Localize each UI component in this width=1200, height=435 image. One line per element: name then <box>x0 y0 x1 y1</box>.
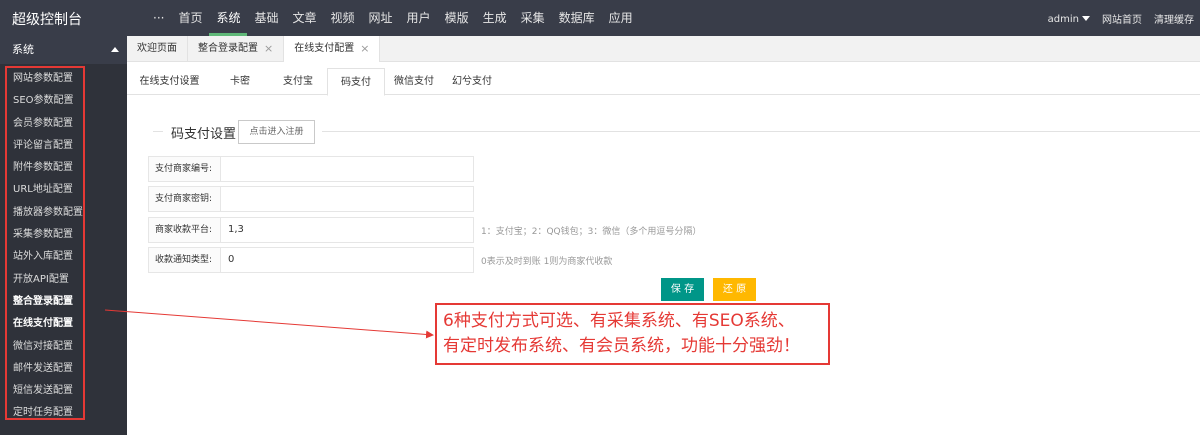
clear-cache-link[interactable]: 清理缓存 <box>1154 11 1194 26</box>
form-row: 收款通知类型: 0 <box>148 247 474 273</box>
sidebar-header-label: 系统 <box>12 43 34 56</box>
user-menu[interactable]: admin <box>1048 12 1090 25</box>
user-name: admin <box>1047 13 1079 25</box>
close-icon[interactable]: × <box>360 36 369 62</box>
form-hint: 1：支付宝；2：QQ钱包；3：微信（多个用逗号分隔） <box>481 227 702 237</box>
admin-console: 超级控制台 ··· 首页 系统 基础 文章 视频 网址 用户 模版 生成 采集 数据库 应用 admin… <box>0 0 1200 435</box>
annotation-callout: 6种支付方式可选、有采集系统、有SEO系统、 有定时发布系统、有会员系统，功能十… <box>435 303 830 365</box>
form-row: 商家收款平台: 1,3 <box>148 217 474 243</box>
sidebar-item[interactable]: 整合登录配置 <box>7 291 83 313</box>
top-nav-item[interactable]: 网址 <box>362 0 400 36</box>
register-button[interactable]: 点击进入注册 <box>238 120 315 144</box>
sidebar-item[interactable]: URL地址配置 <box>7 179 83 201</box>
more-menu-icon[interactable]: ··· <box>146 0 171 36</box>
tab-bar: 欢迎页面 整合登录配置 × 在线支付配置 × <box>127 36 1200 62</box>
form-label: 收款通知类型: <box>148 247 221 273</box>
sub-tab[interactable]: 支付宝 <box>269 68 327 95</box>
top-nav: ··· 首页 系统 基础 文章 视频 网址 用户 模版 生成 采集 数据库 应用 <box>146 0 640 36</box>
sidebar-item[interactable]: 评论留言配置 <box>7 135 83 157</box>
top-nav-item[interactable]: 生成 <box>476 0 514 36</box>
form-row: 支付商家密钥: <box>148 186 474 212</box>
top-bar: 超级控制台 ··· 首页 系统 基础 文章 视频 网址 用户 模版 生成 采集 数据库 应用 admin… <box>0 0 1200 36</box>
sidebar-item[interactable]: 邮件发送配置 <box>7 358 83 380</box>
save-button[interactable]: 保 存 <box>661 278 704 301</box>
sidebar-item[interactable]: 在线支付配置 <box>7 313 83 335</box>
top-nav-item[interactable]: 应用 <box>602 0 640 36</box>
sidebar-item[interactable]: 开放API配置 <box>7 269 83 291</box>
tab-item[interactable]: 在线支付配置 × <box>284 36 381 62</box>
chevron-down-icon <box>1082 16 1090 21</box>
form-row: 支付商家编号: <box>148 156 474 182</box>
sidebar-item[interactable]: 采集参数配置 <box>7 224 83 246</box>
tab-item[interactable]: 欢迎页面 <box>127 36 188 62</box>
sidebar-item[interactable]: 附件参数配置 <box>7 157 83 179</box>
top-nav-item[interactable]: 视频 <box>324 0 362 36</box>
tab-item[interactable]: 整合登录配置 × <box>188 36 285 62</box>
close-icon[interactable]: × <box>264 36 273 62</box>
tab-label: 在线支付配置 <box>294 43 355 54</box>
tab-label: 欢迎页面 <box>137 43 177 54</box>
sidebar-item[interactable]: 网站参数配置 <box>7 68 83 90</box>
section-title: 码支付设置 <box>171 127 237 142</box>
sidebar-item[interactable]: 播放器参数配置 <box>7 202 83 224</box>
form-input[interactable]: 0 <box>221 247 474 273</box>
top-nav-item[interactable]: 首页 <box>171 0 209 36</box>
top-nav-item[interactable]: 模版 <box>438 0 476 36</box>
form-input[interactable] <box>221 186 474 212</box>
sub-tab[interactable]: 码支付 <box>327 68 385 96</box>
form-label: 商家收款平台: <box>148 217 221 243</box>
form-input[interactable] <box>221 156 474 182</box>
callout-line-1: 6种支付方式可选、有采集系统、有SEO系统、 <box>443 311 795 331</box>
top-nav-item[interactable]: 数据库 <box>552 0 602 36</box>
form-label: 支付商家编号: <box>148 156 221 182</box>
tab-label: 整合登录配置 <box>198 43 258 54</box>
fieldset-line-left <box>153 131 163 132</box>
top-nav-item[interactable]: 文章 <box>286 0 324 36</box>
chevron-up-icon <box>111 47 119 52</box>
form-label: 支付商家密钥: <box>148 186 221 212</box>
top-nav-item[interactable]: 用户 <box>400 0 438 36</box>
sidebar-item[interactable]: 短信发送配置 <box>7 380 83 402</box>
top-nav-item[interactable]: 采集 <box>514 0 552 36</box>
sidebar-item[interactable]: 会员参数配置 <box>7 113 83 135</box>
sub-tab[interactable]: 幻兮支付 <box>443 68 501 95</box>
sub-tab[interactable]: 微信支付 <box>385 68 443 95</box>
top-nav-item[interactable]: 系统 <box>209 0 248 36</box>
reset-button[interactable]: 还 原 <box>713 278 756 301</box>
form-input[interactable]: 1,3 <box>221 217 474 243</box>
form-hint: 0表示及时到账 1则为商家代收款 <box>481 257 613 267</box>
callout-line-2: 有定时发布系统、有会员系统，功能十分强劲！ <box>443 336 800 356</box>
sub-tab[interactable]: 卡密 <box>211 68 269 95</box>
sidebar-item[interactable]: SEO参数配置 <box>7 90 83 112</box>
sidebar-item[interactable]: 微信对接配置 <box>7 336 83 358</box>
sidebar: 系统 网站参数配置 SEO参数配置 会员参数配置 评论留言配置 附件参数配置 URL地址配… <box>0 36 127 435</box>
top-right-menu: admin 网站首页 清理缓存 <box>1048 0 1194 36</box>
payment-sub-tabs: 在线支付设置 卡密 支付宝 码支付 微信支付 幻兮支付 <box>127 68 1200 96</box>
site-home-link[interactable]: 网站首页 <box>1102 11 1142 26</box>
sidebar-header[interactable]: 系统 <box>0 36 127 64</box>
fieldset-line-right <box>322 131 1200 132</box>
sidebar-item[interactable]: 定时任务配置 <box>7 402 83 424</box>
sub-tab[interactable]: 在线支付设置 <box>128 68 211 95</box>
sidebar-menu-highlighted: 网站参数配置 SEO参数配置 会员参数配置 评论留言配置 附件参数配置 URL地址配置 播放… <box>5 66 85 420</box>
top-nav-item[interactable]: 基础 <box>247 0 285 36</box>
brand-title: 超级控制台 <box>12 12 82 28</box>
sidebar-item[interactable]: 站外入库配置 <box>7 246 83 268</box>
